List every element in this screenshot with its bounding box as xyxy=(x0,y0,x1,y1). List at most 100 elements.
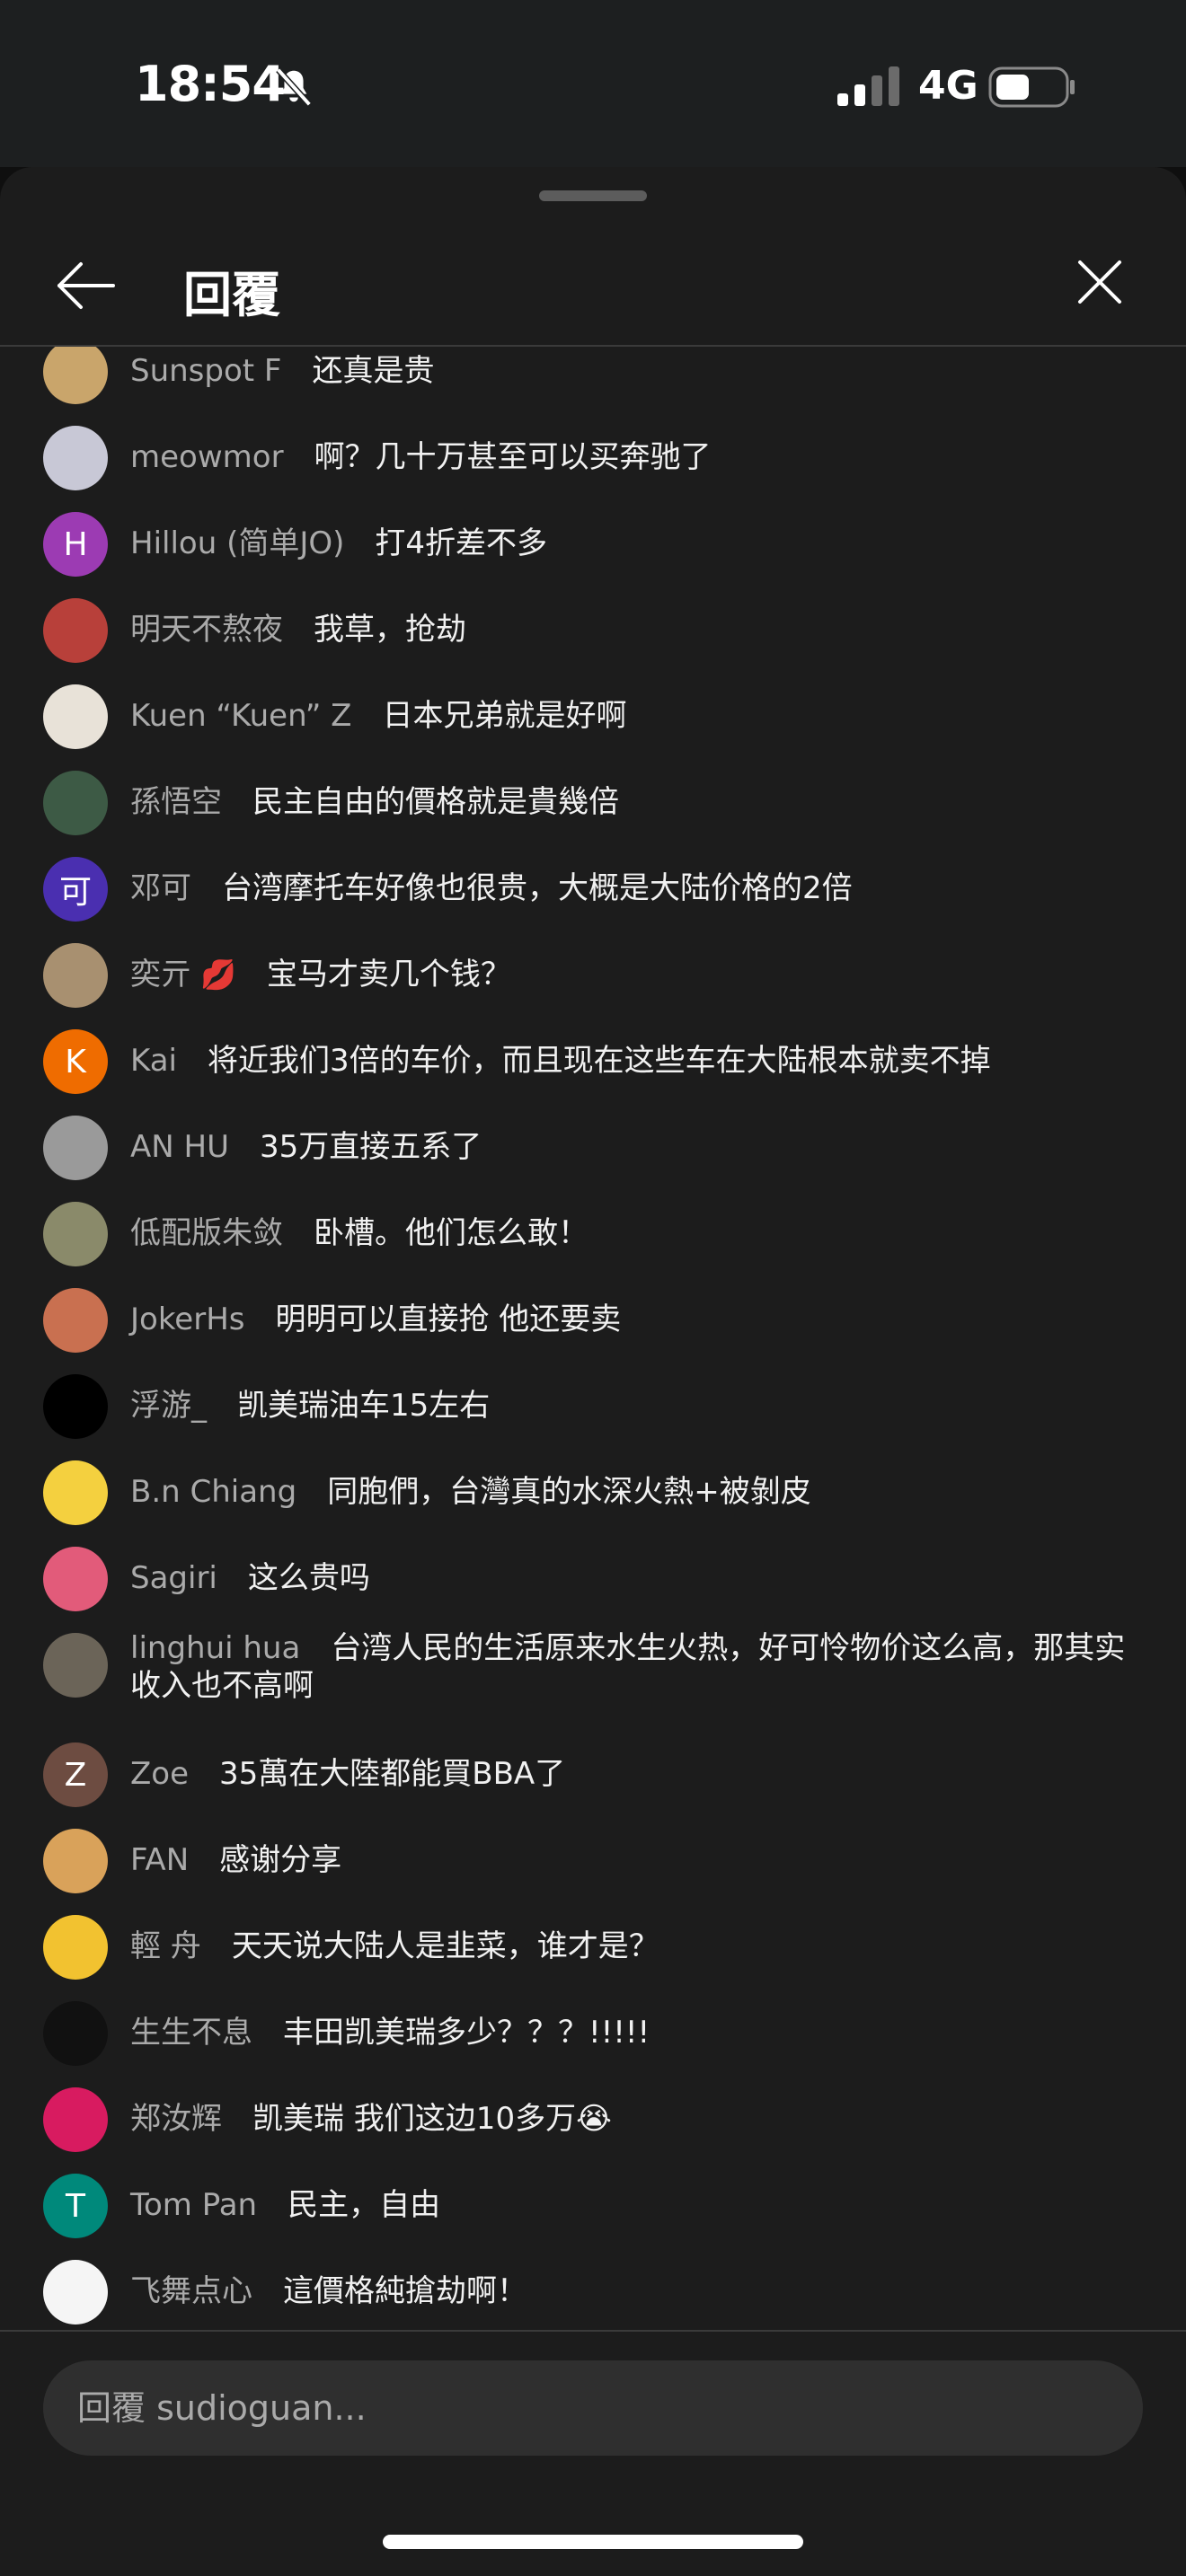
avatar[interactable] xyxy=(43,1829,108,1893)
avatar[interactable] xyxy=(43,1460,108,1525)
message-text: 这么贵吗 xyxy=(247,1560,370,1596)
message-body: 邓可 台湾摩托车好像也很贵，大概是大陆价格的2倍 xyxy=(130,869,1150,907)
status-time: 18:54 xyxy=(135,56,286,112)
message-text: 日本兄弟就是好啊 xyxy=(382,698,627,734)
message-text: 还真是贵 xyxy=(312,353,435,389)
author-name[interactable]: Sunspot F xyxy=(130,353,281,389)
message-body: FAN 感谢分享 xyxy=(130,1841,1150,1879)
avatar[interactable] xyxy=(43,1915,108,1980)
avatar[interactable] xyxy=(43,426,108,490)
drag-handle[interactable] xyxy=(539,190,647,201)
home-indicator[interactable] xyxy=(383,2535,803,2549)
message-body: 郑汝辉 凯美瑞 我们这边10多万😭 xyxy=(130,2100,1150,2138)
message-text: 民主，自由 xyxy=(288,2187,441,2223)
message-text: 啊？几十万甚至可以买奔驰了 xyxy=(314,439,712,475)
avatar[interactable]: T xyxy=(43,2174,108,2238)
author-name[interactable]: meowmor xyxy=(130,439,284,475)
signal-icon xyxy=(837,66,899,106)
author-name[interactable]: 孫悟空 xyxy=(130,784,222,820)
message-body: linghui hua 台湾人民的生活原来水生火热，好可怜物价这么高，那其实收入也… xyxy=(130,1629,1150,1705)
bell-slash-icon xyxy=(276,67,312,107)
author-name[interactable]: 奕亓 xyxy=(130,957,191,992)
author-name[interactable]: Kai xyxy=(130,1043,177,1079)
replies-sheet: 回覆 Sunspot F 还真是贵 meowmor 啊？几十万甚至可以买奔驰了 H … xyxy=(0,167,1186,2576)
message-text: 宝马才卖几个钱？ xyxy=(266,957,511,992)
author-name[interactable]: FAN xyxy=(130,1842,189,1878)
header: 回覆 xyxy=(0,230,1186,345)
battery-icon xyxy=(988,66,1075,108)
message-body: 輕 舟天天说大陆人是韭菜，谁才是？ xyxy=(130,1928,1150,1965)
avatar[interactable] xyxy=(43,1202,108,1266)
avatar[interactable]: Z xyxy=(43,1742,108,1807)
message-body: JokerHs 明明可以直接抢 他还要卖 xyxy=(130,1301,1150,1338)
reply-input[interactable] xyxy=(43,2360,1143,2456)
author-name[interactable]: 明天不熬夜 xyxy=(130,612,283,648)
avatar[interactable] xyxy=(43,1116,108,1180)
message-text: 我草，抢劫 xyxy=(314,612,466,648)
author-name[interactable]: linghui hua xyxy=(130,1630,300,1666)
footer-divider xyxy=(0,2330,1186,2332)
author-name[interactable]: Kuen “Kuen” Z xyxy=(130,698,351,734)
author-name[interactable]: Tom Pan xyxy=(130,2187,257,2223)
message-text: 35萬在大陸都能買BBA了 xyxy=(219,1756,566,1792)
avatar[interactable]: K xyxy=(43,1029,108,1094)
message-body: meowmor 啊？几十万甚至可以买奔驰了 xyxy=(130,438,1150,476)
avatar[interactable] xyxy=(43,598,108,663)
avatar[interactable]: 可 xyxy=(43,857,108,922)
message-body: Sagiri 这么贵吗 xyxy=(130,1559,1150,1597)
message-text: 将近我们3倍的车价，而且现在这些车在大陆根本就卖不掉 xyxy=(207,1043,991,1079)
avatar[interactable] xyxy=(43,943,108,1008)
avatar[interactable] xyxy=(43,771,108,835)
author-name[interactable]: Sagiri xyxy=(130,1560,217,1596)
message-text: 35万直接五系了 xyxy=(259,1129,482,1165)
avatar[interactable] xyxy=(43,2260,108,2325)
avatar[interactable] xyxy=(43,347,108,404)
message-text: 天天说大陆人是韭菜，谁才是？ xyxy=(231,1928,659,1964)
message-body: 飞舞点心 這價格純搶劫啊！ xyxy=(130,2272,1150,2310)
author-name[interactable]: JokerHs xyxy=(130,1301,244,1337)
message-text: 凯美瑞油车15左右 xyxy=(237,1388,491,1424)
avatar[interactable] xyxy=(43,1374,108,1439)
message-body: Hillou (简单JO) 打4折差不多 xyxy=(130,525,1150,562)
avatar[interactable] xyxy=(43,2001,108,2066)
message-body: Kai 将近我们3倍的车价，而且现在这些车在大陆根本就卖不掉 xyxy=(130,1042,1150,1080)
message-body: Kuen “Kuen” Z 日本兄弟就是好啊 xyxy=(130,697,1150,735)
message-text: 凯美瑞 我们这边10多万😭 xyxy=(252,2101,612,2137)
author-name[interactable]: AN HU xyxy=(130,1129,229,1165)
message-body: AN HU 35万直接五系了 xyxy=(130,1128,1150,1166)
message-body: 孫悟空 民主自由的價格就是貴幾倍 xyxy=(130,783,1150,821)
message-text: 民主自由的價格就是貴幾倍 xyxy=(252,784,619,820)
avatar[interactable] xyxy=(43,684,108,749)
message-body: 低配版朱敛 卧槽。他们怎么敢！ xyxy=(130,1214,1150,1252)
avatar[interactable] xyxy=(43,2087,108,2152)
author-name[interactable]: 輕 舟 xyxy=(130,1928,201,1964)
author-name[interactable]: Hillou (简单JO) xyxy=(130,525,344,561)
message-body: Tom Pan 民主，自由 xyxy=(130,2186,1150,2224)
message-body: Zoe 35萬在大陸都能買BBA了 xyxy=(130,1755,1150,1793)
author-name[interactable]: 郑汝辉 xyxy=(130,2101,222,2137)
message-text: 台湾摩托车好像也很贵，大概是大陆价格的2倍 xyxy=(222,870,853,906)
author-name[interactable]: B.n Chiang xyxy=(130,1474,296,1510)
message-body: 明天不熬夜 我草，抢劫 xyxy=(130,611,1150,648)
avatar[interactable] xyxy=(43,1547,108,1611)
message-text: 丰田凯美瑞多少？？？!!!!! xyxy=(283,2015,651,2051)
chat-list[interactable]: Sunspot F 还真是贵 meowmor 啊？几十万甚至可以买奔驰了 H Hil… xyxy=(0,347,1186,2497)
author-name[interactable]: 低配版朱敛 xyxy=(130,1215,283,1251)
author-name[interactable]: 飞舞点心 xyxy=(130,2273,252,2309)
close-icon[interactable] xyxy=(1071,253,1128,311)
avatar[interactable] xyxy=(43,1288,108,1353)
message-text: 同胞們，台灣真的水深火熱+被剝皮 xyxy=(327,1474,811,1510)
arrow-left-icon[interactable] xyxy=(54,257,119,314)
author-name[interactable]: Zoe xyxy=(130,1756,189,1792)
author-name[interactable]: 浮游_ xyxy=(130,1388,207,1424)
author-name[interactable]: 生生不息 xyxy=(130,2015,252,2051)
avatar[interactable]: H xyxy=(43,512,108,577)
message-body: Sunspot F 还真是贵 xyxy=(130,352,1150,390)
message-body: 浮游_ 凯美瑞油车15左右 xyxy=(130,1387,1150,1425)
message-body: B.n Chiang 同胞們，台灣真的水深火熱+被剝皮 xyxy=(130,1473,1150,1511)
message-body: 奕亓 💋 宝马才卖几个钱？ xyxy=(130,956,1150,993)
author-name[interactable]: 邓可 xyxy=(130,870,191,906)
avatar[interactable] xyxy=(43,1633,108,1698)
network-label: 4G xyxy=(918,63,978,109)
page-title: 回覆 xyxy=(183,267,280,323)
